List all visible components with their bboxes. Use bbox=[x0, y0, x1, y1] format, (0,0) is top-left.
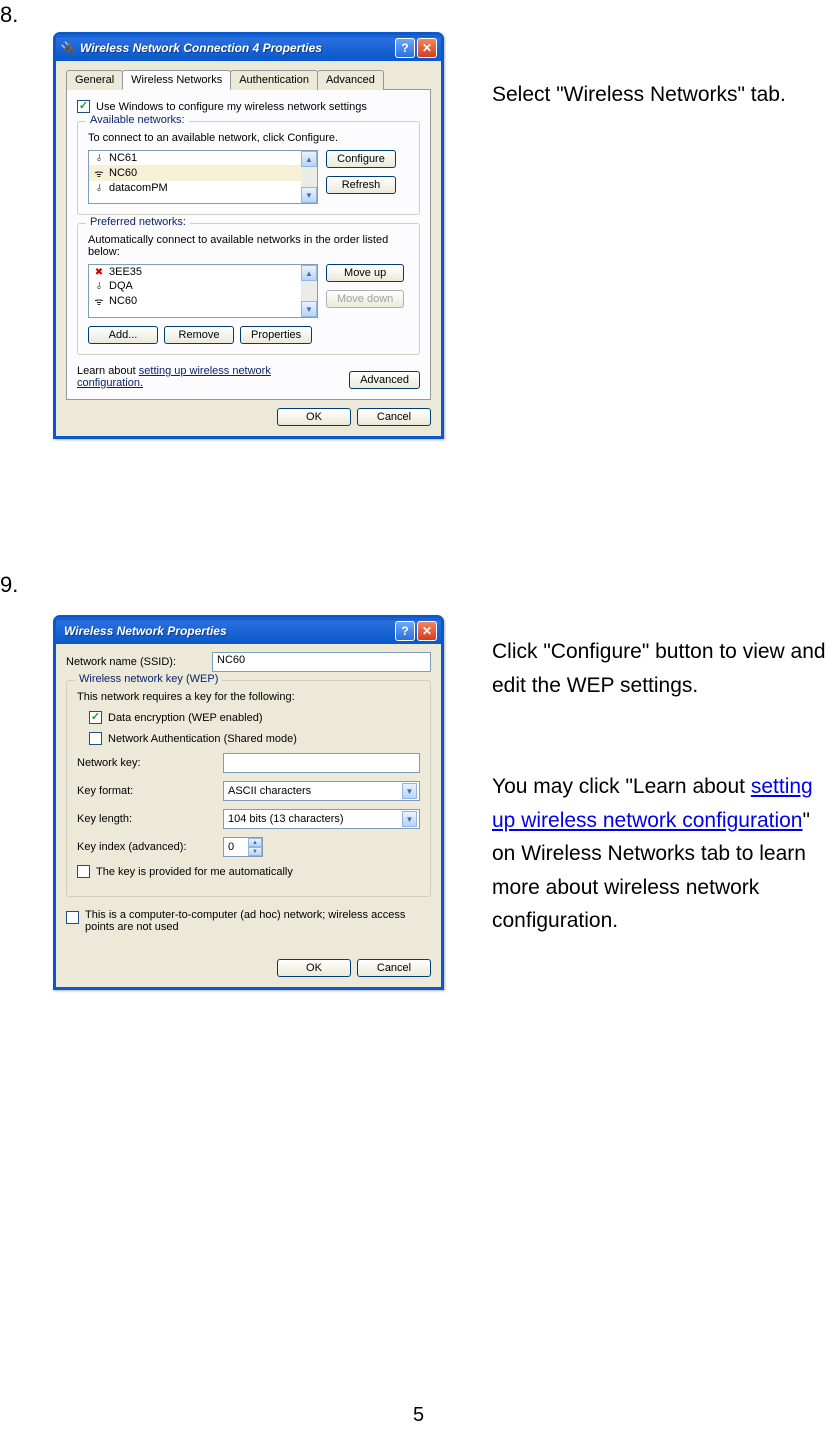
network-icon: ᯤ bbox=[93, 166, 105, 180]
ok-button[interactable]: OK bbox=[277, 959, 351, 977]
ok-button[interactable]: OK bbox=[277, 408, 351, 426]
step-9-description-2: You may click "Learn about setting up wi… bbox=[492, 770, 837, 938]
group-hint: To connect to an available network, clic… bbox=[88, 132, 409, 144]
checkbox-network-auth[interactable]: Network Authentication (Shared mode) bbox=[89, 732, 420, 745]
help-button[interactable]: ? bbox=[395, 621, 415, 641]
window-wireless-connection-properties: 🔌 Wireless Network Connection 4 Properti… bbox=[53, 32, 444, 439]
tabs: General Wireless Networks Authentication… bbox=[66, 69, 431, 90]
titlebar[interactable]: 🔌 Wireless Network Connection 4 Properti… bbox=[56, 35, 441, 61]
scrollbar[interactable]: ▲ ▼ bbox=[301, 265, 317, 317]
checkbox-icon bbox=[89, 732, 102, 745]
network-error-icon: ✖ bbox=[93, 267, 105, 278]
tab-panel: ✓ Use Windows to configure my wireless n… bbox=[66, 90, 431, 400]
tab-advanced[interactable]: Advanced bbox=[317, 70, 384, 90]
key-length-label: Key length: bbox=[77, 813, 217, 825]
spin-up-icon[interactable]: ▲ bbox=[248, 838, 262, 847]
checkbox-icon bbox=[66, 911, 79, 924]
scroll-down-icon[interactable]: ▼ bbox=[301, 187, 317, 203]
group-wep: Wireless network key (WEP) This network … bbox=[66, 680, 431, 897]
tab-authentication[interactable]: Authentication bbox=[230, 70, 318, 90]
checkbox-key-auto[interactable]: The key is provided for me automatically bbox=[77, 865, 420, 878]
tab-wireless-networks[interactable]: Wireless Networks bbox=[122, 70, 231, 90]
network-icon: ⫰ bbox=[93, 153, 105, 164]
checkbox-adhoc[interactable]: This is a computer-to-computer (ad hoc) … bbox=[66, 909, 431, 933]
cancel-button[interactable]: Cancel bbox=[357, 408, 431, 426]
ssid-label: Network name (SSID): bbox=[66, 656, 206, 668]
list-item[interactable]: ᯤNC60 bbox=[89, 165, 301, 181]
group-preferred-networks: Preferred networks: Automatically connec… bbox=[77, 223, 420, 355]
chevron-down-icon: ▼ bbox=[402, 811, 417, 827]
advanced-button[interactable]: Advanced bbox=[349, 371, 420, 389]
network-icon: ⫰ bbox=[93, 281, 105, 292]
close-button[interactable]: ✕ bbox=[417, 621, 437, 641]
network-icon: ᯤ bbox=[93, 294, 105, 308]
properties-button[interactable]: Properties bbox=[240, 326, 312, 344]
network-icon: ⫰ bbox=[93, 183, 105, 194]
scroll-up-icon[interactable]: ▲ bbox=[301, 265, 317, 281]
group-hint: This network requires a key for the foll… bbox=[77, 691, 420, 703]
checkbox-label: Data encryption (WEP enabled) bbox=[108, 712, 263, 724]
checkbox-label: Network Authentication (Shared mode) bbox=[108, 733, 297, 745]
checkbox-label: Use Windows to configure my wireless net… bbox=[96, 101, 367, 113]
move-down-button[interactable]: Move down bbox=[326, 290, 404, 308]
step-9-number: 9. bbox=[0, 572, 18, 598]
list-item[interactable]: ⫰DQA bbox=[89, 279, 301, 293]
network-key-input[interactable] bbox=[223, 753, 420, 773]
page-number: 5 bbox=[413, 1404, 424, 1427]
step-8-description: Select "Wireless Networks" tab. bbox=[492, 78, 837, 112]
list-item[interactable]: ✖3EE35 bbox=[89, 265, 301, 279]
checkbox-icon bbox=[77, 865, 90, 878]
key-index-spinner[interactable]: 0 ▲ ▼ bbox=[223, 837, 263, 857]
step-9-description-1: Click "Configure" button to view and edi… bbox=[492, 635, 837, 702]
app-icon: 🔌 bbox=[60, 40, 76, 56]
group-hint: Automatically connect to available netwo… bbox=[88, 234, 409, 258]
checkbox-data-encryption[interactable]: ✓ Data encryption (WEP enabled) bbox=[89, 711, 420, 724]
group-title: Preferred networks: bbox=[86, 216, 190, 228]
checkbox-label: The key is provided for me automatically bbox=[96, 866, 293, 878]
checkbox-label: This is a computer-to-computer (ad hoc) … bbox=[85, 909, 431, 933]
tab-general[interactable]: General bbox=[66, 70, 123, 90]
preferred-networks-list[interactable]: ✖3EE35 ⫰DQA ᯤNC60 ▲ ▼ bbox=[88, 264, 318, 318]
remove-button[interactable]: Remove bbox=[164, 326, 234, 344]
window-title: Wireless Network Connection 4 Properties bbox=[80, 41, 395, 55]
chevron-down-icon: ▼ bbox=[402, 783, 417, 799]
key-format-label: Key format: bbox=[77, 785, 217, 797]
checkbox-use-windows[interactable]: ✓ Use Windows to configure my wireless n… bbox=[77, 100, 420, 113]
cancel-button[interactable]: Cancel bbox=[357, 959, 431, 977]
checkmark-icon: ✓ bbox=[89, 711, 102, 724]
titlebar[interactable]: Wireless Network Properties ? ✕ bbox=[56, 618, 441, 644]
move-up-button[interactable]: Move up bbox=[326, 264, 404, 282]
group-title: Wireless network key (WEP) bbox=[75, 673, 222, 685]
window-title: Wireless Network Properties bbox=[60, 624, 395, 638]
configure-button[interactable]: Configure bbox=[326, 150, 396, 168]
help-button[interactable]: ? bbox=[395, 38, 415, 58]
group-available-networks: Available networks: To connect to an ava… bbox=[77, 121, 420, 215]
refresh-button[interactable]: Refresh bbox=[326, 176, 396, 194]
list-item[interactable]: ⫰datacomPM bbox=[89, 181, 301, 195]
step-8-number: 8. bbox=[0, 2, 18, 28]
add-button[interactable]: Add... bbox=[88, 326, 158, 344]
ssid-input[interactable]: NC60 bbox=[212, 652, 431, 672]
checkmark-icon: ✓ bbox=[77, 100, 90, 113]
network-key-label: Network key: bbox=[77, 757, 217, 769]
window-wireless-network-properties: Wireless Network Properties ? ✕ Network … bbox=[53, 615, 444, 990]
key-index-label: Key index (advanced): bbox=[77, 841, 217, 853]
group-title: Available networks: bbox=[86, 114, 189, 126]
key-length-select[interactable]: 104 bits (13 characters) ▼ bbox=[223, 809, 420, 829]
spin-down-icon[interactable]: ▼ bbox=[248, 847, 262, 856]
list-item[interactable]: ⫰NC61 bbox=[89, 151, 301, 165]
learn-about-text: Learn about setting up wireless network … bbox=[77, 365, 297, 389]
scroll-down-icon[interactable]: ▼ bbox=[301, 301, 317, 317]
list-item[interactable]: ᯤNC60 bbox=[89, 293, 301, 309]
close-button[interactable]: ✕ bbox=[417, 38, 437, 58]
available-networks-list[interactable]: ⫰NC61 ᯤNC60 ⫰datacomPM ▲ ▼ bbox=[88, 150, 318, 204]
scroll-up-icon[interactable]: ▲ bbox=[301, 151, 317, 167]
scrollbar[interactable]: ▲ ▼ bbox=[301, 151, 317, 203]
key-format-select[interactable]: ASCII characters ▼ bbox=[223, 781, 420, 801]
